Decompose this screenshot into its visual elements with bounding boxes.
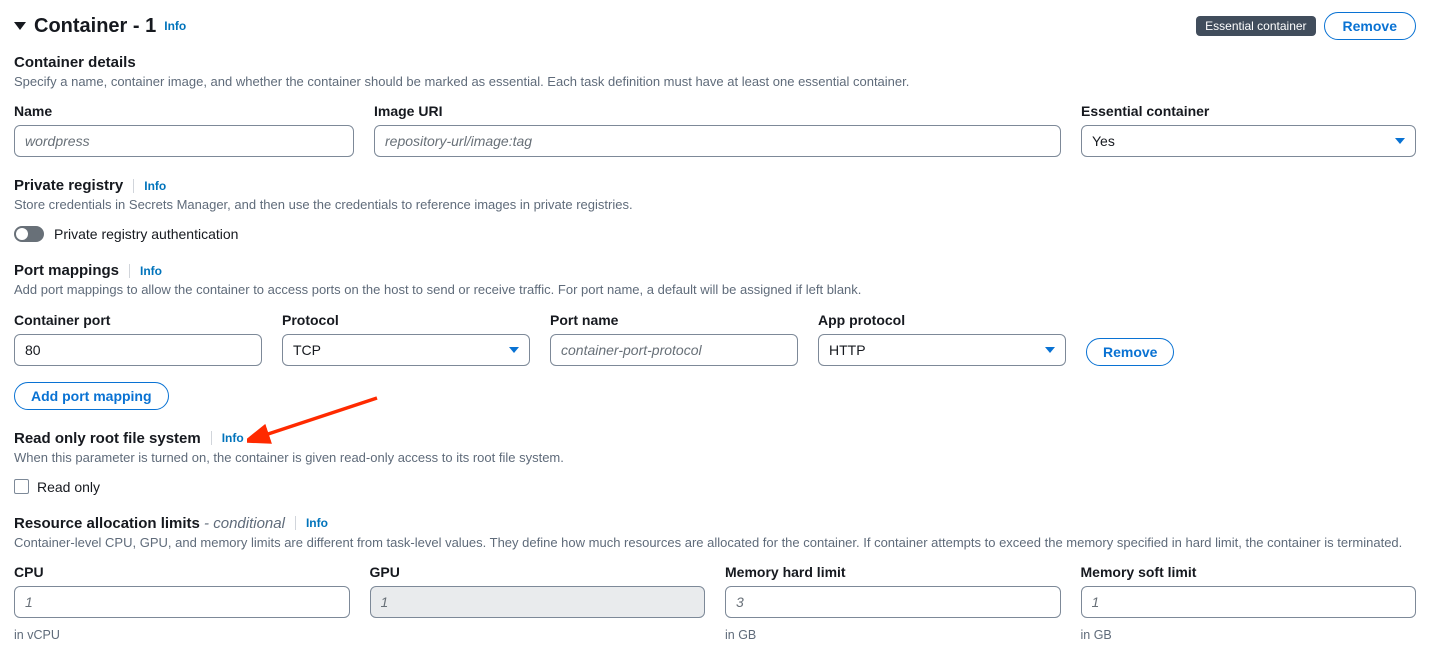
- memory-hard-label: Memory hard limit: [725, 564, 1061, 580]
- memory-soft-input[interactable]: [1081, 586, 1417, 618]
- readonly-desc: When this parameter is turned on, the co…: [14, 449, 1416, 467]
- private-registry-info-link[interactable]: Info: [133, 179, 166, 193]
- cpu-input[interactable]: [14, 586, 350, 618]
- image-uri-label: Image URI: [374, 103, 1061, 119]
- port-name-label: Port name: [550, 312, 798, 328]
- private-registry-title: Private registry: [14, 177, 123, 194]
- readonly-checkbox[interactable]: [14, 479, 29, 494]
- container-port-label: Container port: [14, 312, 262, 328]
- gpu-label: GPU: [370, 564, 706, 580]
- private-registry-toggle[interactable]: [14, 226, 44, 242]
- resource-limits-desc: Container-level CPU, GPU, and memory lim…: [14, 534, 1416, 552]
- essential-select[interactable]: Yes: [1081, 125, 1416, 157]
- protocol-select-value: TCP: [293, 342, 321, 358]
- memory-hard-input[interactable]: [725, 586, 1061, 618]
- name-input[interactable]: [14, 125, 354, 157]
- container-port-input[interactable]: [14, 334, 262, 366]
- app-protocol-select[interactable]: HTTP: [818, 334, 1066, 366]
- gpu-input: [370, 586, 706, 618]
- memory-soft-hint: in GB: [1081, 628, 1417, 642]
- essential-select-value: Yes: [1092, 133, 1115, 149]
- private-registry-desc: Store credentials in Secrets Manager, an…: [14, 196, 1416, 214]
- gpu-hint: [370, 628, 706, 642]
- readonly-checkbox-label: Read only: [37, 479, 100, 495]
- remove-port-button[interactable]: Remove: [1086, 338, 1174, 366]
- image-uri-input[interactable]: [374, 125, 1061, 157]
- app-protocol-select-value: HTTP: [829, 342, 866, 358]
- name-label: Name: [14, 103, 354, 119]
- container-details-title: Container details: [14, 54, 136, 71]
- panel-info-link[interactable]: Info: [164, 19, 186, 33]
- port-mappings-desc: Add port mappings to allow the container…: [14, 281, 1416, 299]
- protocol-select[interactable]: TCP: [282, 334, 530, 366]
- cpu-label: CPU: [14, 564, 350, 580]
- memory-hard-hint: in GB: [725, 628, 1061, 642]
- essential-label: Essential container: [1081, 103, 1416, 119]
- port-mappings-info-link[interactable]: Info: [129, 264, 162, 278]
- remove-container-button[interactable]: Remove: [1324, 12, 1416, 40]
- protocol-label: Protocol: [282, 312, 530, 328]
- chevron-down-icon: [1045, 347, 1055, 353]
- resource-limits-conditional: - conditional: [200, 515, 285, 532]
- readonly-info-link[interactable]: Info: [211, 431, 244, 445]
- private-registry-toggle-label: Private registry authentication: [54, 226, 238, 242]
- collapse-caret-icon[interactable]: [14, 22, 26, 30]
- panel-title: Container - 1: [34, 15, 156, 38]
- readonly-title: Read only root file system: [14, 430, 201, 447]
- resource-limits-title-text: Resource allocation limits: [14, 515, 200, 532]
- memory-soft-label: Memory soft limit: [1081, 564, 1417, 580]
- essential-container-badge: Essential container: [1196, 16, 1315, 36]
- chevron-down-icon: [1395, 138, 1405, 144]
- resource-limits-info-link[interactable]: Info: [295, 516, 328, 530]
- cpu-hint: in vCPU: [14, 628, 350, 642]
- resource-limits-title: Resource allocation limits - conditional: [14, 515, 285, 532]
- container-details-desc: Specify a name, container image, and whe…: [14, 73, 1416, 91]
- port-mappings-title: Port mappings: [14, 262, 119, 279]
- port-name-input[interactable]: [550, 334, 798, 366]
- app-protocol-label: App protocol: [818, 312, 1066, 328]
- chevron-down-icon: [509, 347, 519, 353]
- add-port-mapping-button[interactable]: Add port mapping: [14, 382, 169, 410]
